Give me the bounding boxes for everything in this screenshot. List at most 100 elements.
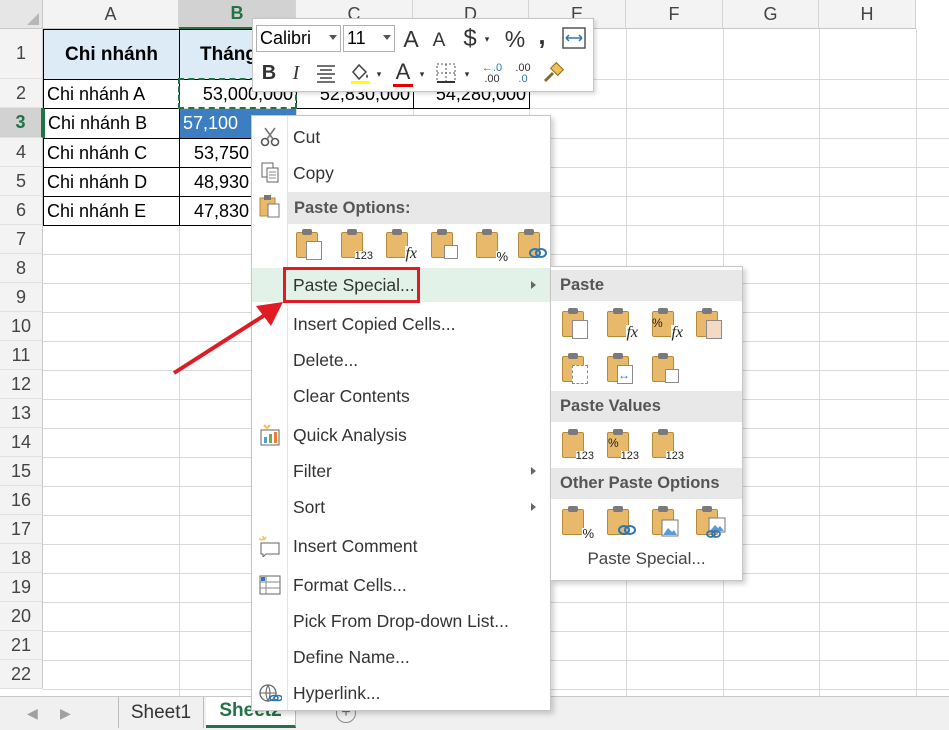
paste-link-icon[interactable] — [516, 228, 550, 262]
menu-item-label: Clear Contents — [293, 385, 410, 406]
formula-tag: fx — [626, 324, 638, 341]
grow-font-icon[interactable]: A — [400, 26, 422, 52]
borders-icon[interactable] — [435, 62, 457, 84]
cell-a1[interactable]: Chi nhánh — [43, 29, 180, 80]
values-number-format-icon[interactable]: 123% — [605, 428, 639, 462]
paste-formulas-icon[interactable]: fx — [384, 228, 418, 262]
menu-item-hyperlink[interactable]: Hyperlink... — [252, 676, 550, 710]
cell-a3[interactable]: Chi nhánh B — [43, 108, 180, 139]
comma-style-icon[interactable]: , — [536, 20, 548, 50]
menu-item-format-cells[interactable]: Format Cells... — [252, 568, 550, 602]
chevron-down-icon[interactable]: ▾ — [462, 67, 472, 81]
row-header-20[interactable]: 20 — [0, 602, 43, 631]
paste-options-header: Paste Options: — [288, 192, 550, 224]
tab-sheet1[interactable]: Sheet1 — [118, 697, 204, 728]
row-header-8[interactable]: 8 — [0, 254, 43, 283]
row-header-14[interactable]: 14 — [0, 428, 43, 457]
red-arrow-icon — [172, 302, 283, 375]
chevron-down-icon[interactable]: ▾ — [417, 67, 427, 81]
row-header-4[interactable]: 4 — [0, 138, 43, 167]
font-name-box[interactable]: Calibri — [256, 25, 341, 52]
select-all-corner[interactable] — [0, 0, 43, 29]
cell-a2[interactable]: Chi nhánh A — [43, 79, 180, 109]
fill-color-icon[interactable] — [348, 61, 372, 85]
menu-item-filter[interactable]: Filter — [252, 454, 550, 488]
cell-a6[interactable]: Chi nhánh E — [43, 196, 180, 226]
currency-icon[interactable]: $ — [459, 25, 481, 53]
paste-formatting-icon[interactable]: % — [474, 228, 508, 263]
column-header-h[interactable]: H — [819, 0, 916, 29]
scroll-left-icon[interactable]: ◀ — [27, 705, 38, 722]
menu-item-insert-comment[interactable]: Insert Comment — [252, 529, 550, 563]
decrease-decimal-label: .0 — [518, 73, 528, 85]
row-header-10[interactable]: 10 — [0, 312, 43, 341]
keep-column-widths-icon[interactable]: ↔ — [605, 352, 639, 386]
shrink-font-icon[interactable]: A — [429, 30, 449, 52]
column-header-g[interactable]: G — [723, 0, 819, 29]
decrease-decimal-icon[interactable]: .00.0 — [509, 60, 537, 88]
chevron-down-icon[interactable]: ▾ — [482, 32, 492, 46]
paste-formatting-icon[interactable]: % — [560, 505, 594, 540]
bold-icon[interactable]: B — [259, 60, 279, 86]
paste-picture-icon[interactable] — [650, 505, 684, 539]
row-header-9[interactable]: 9 — [0, 283, 43, 312]
row-header-18[interactable]: 18 — [0, 544, 43, 573]
cell-a5[interactable]: Chi nhánh D — [43, 167, 180, 197]
menu-item-label: Insert Comment — [293, 535, 418, 556]
paste-values-icon[interactable]: 123 — [560, 428, 594, 462]
row-header-16[interactable]: 16 — [0, 486, 43, 515]
column-header-a[interactable]: A — [43, 0, 179, 29]
row-header-15[interactable]: 15 — [0, 457, 43, 486]
italic-icon[interactable]: I — [286, 60, 306, 86]
row-header-13[interactable]: 13 — [0, 399, 43, 428]
paste-values-icon[interactable]: 123 — [339, 228, 373, 262]
paste-icon[interactable] — [294, 228, 328, 262]
menu-item-sort[interactable]: Sort — [252, 490, 550, 524]
values-source-formatting-icon[interactable]: 123 — [650, 428, 684, 462]
row-header-3[interactable]: 3 — [0, 108, 43, 138]
paste-link-icon[interactable] — [605, 505, 639, 539]
wrap-text-icon[interactable] — [562, 26, 586, 50]
row-header-7[interactable]: 7 — [0, 225, 43, 254]
keep-source-formatting-icon[interactable] — [694, 307, 728, 341]
menu-item-define-name[interactable]: Define Name... — [252, 640, 550, 674]
menu-item-pick-from-list[interactable]: Pick From Drop-down List... — [252, 604, 550, 638]
menu-item-label: Quick Analysis — [293, 424, 407, 445]
row-header-11[interactable]: 11 — [0, 341, 43, 370]
linked-picture-icon[interactable] — [694, 505, 728, 539]
percent-tag: % — [652, 316, 663, 330]
align-center-icon[interactable] — [315, 62, 337, 84]
values-tag: 123 — [665, 450, 684, 462]
row-header-17[interactable]: 17 — [0, 515, 43, 544]
cell-a4[interactable]: Chi nhánh C — [43, 138, 180, 168]
row-header-21[interactable]: 21 — [0, 631, 43, 660]
menu-item-quick-analysis[interactable]: Quick Analysis — [252, 418, 550, 452]
chevron-down-icon[interactable]: ▾ — [374, 67, 384, 81]
row-header-5[interactable]: 5 — [0, 167, 43, 196]
scroll-right-icon[interactable]: ▶ — [60, 705, 71, 722]
row-header-19[interactable]: 19 — [0, 573, 43, 602]
paste-formulas-icon[interactable]: fx — [605, 307, 639, 341]
no-borders-icon[interactable] — [560, 352, 594, 386]
row-header-2[interactable]: 2 — [0, 79, 43, 108]
copy-icon — [258, 162, 282, 184]
column-header-f[interactable]: F — [626, 0, 723, 29]
increase-decimal-icon[interactable]: ←.0.00 — [478, 60, 506, 88]
paste-formulas-number-format-icon[interactable]: fx% — [650, 307, 684, 341]
menu-item-copy[interactable]: Copy — [252, 156, 550, 190]
paste-icon[interactable] — [560, 307, 594, 341]
row-header-22[interactable]: 22 — [0, 660, 43, 689]
font-color-icon[interactable]: A — [393, 59, 413, 87]
format-painter-icon[interactable] — [541, 61, 565, 85]
row-header-6[interactable]: 6 — [0, 196, 43, 225]
row-header-1[interactable]: 1 — [0, 29, 43, 79]
paste-transpose-icon[interactable] — [650, 352, 684, 386]
percent-icon[interactable]: % — [503, 25, 527, 53]
menu-item-cut[interactable]: Cut — [252, 120, 550, 154]
row-header-12[interactable]: 12 — [0, 370, 43, 399]
font-size-box[interactable]: 11 — [343, 25, 395, 52]
menu-item-clear-contents[interactable]: Clear Contents — [252, 379, 550, 413]
quick-analysis-icon — [258, 424, 282, 446]
paste-transpose-icon[interactable] — [429, 228, 463, 262]
submenu-paste-special-link[interactable]: Paste Special... — [551, 549, 742, 569]
